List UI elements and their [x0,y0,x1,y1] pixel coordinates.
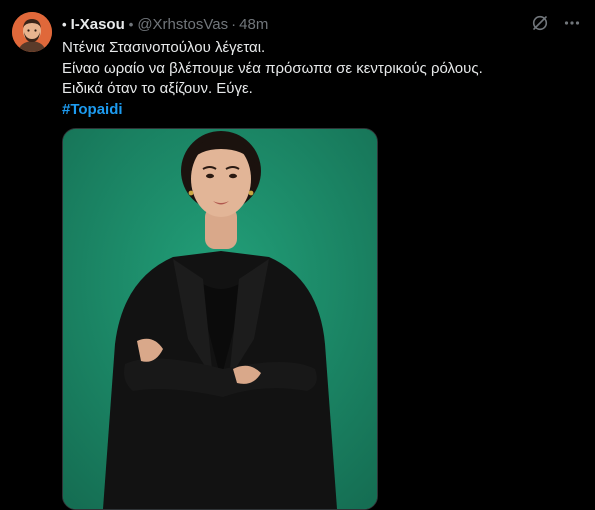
name-prefix-bullet: • [62,16,67,32]
avatar-illustration [12,12,52,52]
tweet-text: Ντένια Στασινοπούλου λέγεται. Είναο ωραί… [62,38,582,120]
tweet-timestamp[interactable]: 48m [239,16,268,33]
more-icon[interactable] [563,14,581,32]
tweet-line: Ντένια Στασινοπούλου λέγεται. [62,39,266,56]
name-suffix-bullet: • [128,16,134,32]
tweet-header: • I-Xasou • @XrhstosVas · 48m [62,14,581,34]
tweet-line: Είναο ωραίο να βλέπουμε νέα πρόσωπα σε κ… [62,59,483,77]
tweet-line: Ειδικά όταν το αξίζουν. Εύγε. [62,80,253,97]
grok-icon[interactable] [531,14,549,32]
hashtag-link[interactable]: #Topaidi [62,101,123,118]
avatar[interactable] [12,12,52,52]
author-handle[interactable]: @XrhstosVas [137,16,228,33]
photo-illustration [63,129,377,509]
header-actions [531,14,581,32]
author-display-name[interactable]: I-Xasou [71,16,125,33]
time-separator: · [231,15,237,33]
tweet-photo[interactable] [62,128,378,510]
